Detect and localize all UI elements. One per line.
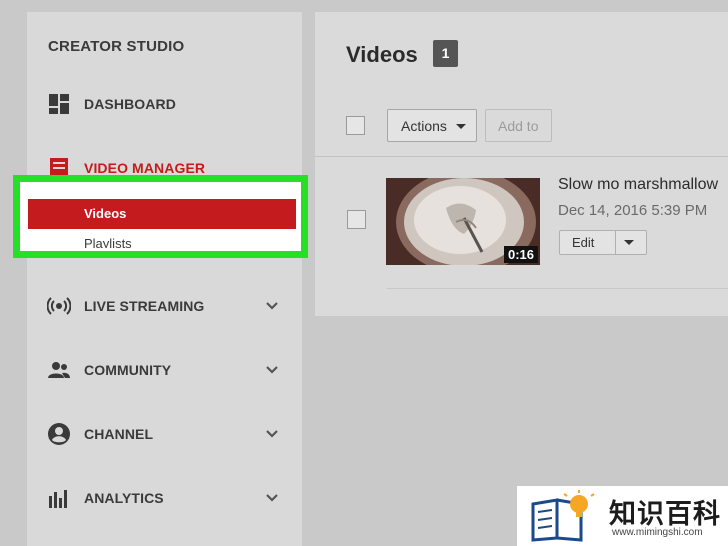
- nav-label-live-streaming: LIVE STREAMING: [84, 298, 205, 314]
- live-streaming-icon: [47, 297, 71, 315]
- nav-label-video-manager: VIDEO MANAGER: [84, 160, 206, 176]
- sidebar: CREATOR STUDIO DASHBOARD VIDEO MANAGER L…: [27, 12, 302, 546]
- chevron-down-icon[interactable]: [265, 493, 279, 503]
- sub-item-videos-label: Videos: [84, 206, 127, 221]
- edit-button-group[interactable]: Edit: [559, 230, 647, 255]
- chevron-down-icon[interactable]: [265, 365, 279, 375]
- watermark-url: www.mimingshi.com: [612, 527, 703, 538]
- chevron-down-icon[interactable]: [265, 429, 279, 439]
- nav-label-analytics: ANALYTICS: [84, 490, 164, 506]
- analytics-icon: [49, 490, 67, 508]
- nav-item-channel[interactable]: CHANNEL: [27, 414, 302, 454]
- add-to-label: Add to: [498, 118, 539, 134]
- actions-label: Actions: [401, 118, 447, 134]
- video-title[interactable]: Slow mo marshmallow: [558, 176, 718, 194]
- video-thumbnail[interactable]: 0:16: [386, 178, 540, 265]
- row-divider: [387, 288, 728, 289]
- caret-down-icon: [456, 124, 466, 129]
- creator-studio-title: CREATOR STUDIO: [48, 38, 185, 55]
- dashboard-icon: [49, 94, 69, 114]
- watermark: 知识百科 www.mimingshi.com: [517, 486, 728, 546]
- nav-label-community: COMMUNITY: [84, 362, 172, 378]
- watermark-text: 知识百科: [609, 499, 721, 529]
- divider: [315, 156, 728, 157]
- nav-item-dashboard[interactable]: DASHBOARD: [27, 84, 302, 124]
- select-all-checkbox[interactable]: [346, 116, 365, 135]
- nav-item-live-streaming[interactable]: LIVE STREAMING: [27, 286, 302, 326]
- channel-icon: [48, 423, 70, 445]
- edit-button[interactable]: Edit: [572, 235, 594, 250]
- nav-label-dashboard: DASHBOARD: [84, 96, 176, 112]
- nav-item-analytics[interactable]: ANALYTICS: [27, 478, 302, 518]
- edit-dropdown-icon[interactable]: [624, 240, 634, 245]
- actions-button[interactable]: Actions: [387, 109, 477, 142]
- count-badge: 1: [433, 40, 458, 67]
- main-panel: Videos 1 Actions Add to 0:16 Slow mo mar…: [315, 12, 728, 316]
- add-to-button[interactable]: Add to: [485, 109, 552, 142]
- sub-item-playlists[interactable]: Playlists: [84, 236, 132, 248]
- video-duration: 0:16: [503, 246, 538, 263]
- community-icon: [48, 362, 70, 378]
- video-row-checkbox[interactable]: [347, 210, 366, 229]
- nav-item-community[interactable]: COMMUNITY: [27, 350, 302, 390]
- video-date: Dec 14, 2016 5:39 PM: [558, 202, 708, 219]
- edit-separator: [615, 231, 616, 254]
- chevron-down-icon[interactable]: [265, 301, 279, 311]
- book-lightbulb-logo: [531, 490, 595, 542]
- sub-item-videos[interactable]: Videos: [28, 199, 296, 229]
- nav-label-channel: CHANNEL: [84, 426, 154, 442]
- page-title: Videos: [346, 42, 418, 67]
